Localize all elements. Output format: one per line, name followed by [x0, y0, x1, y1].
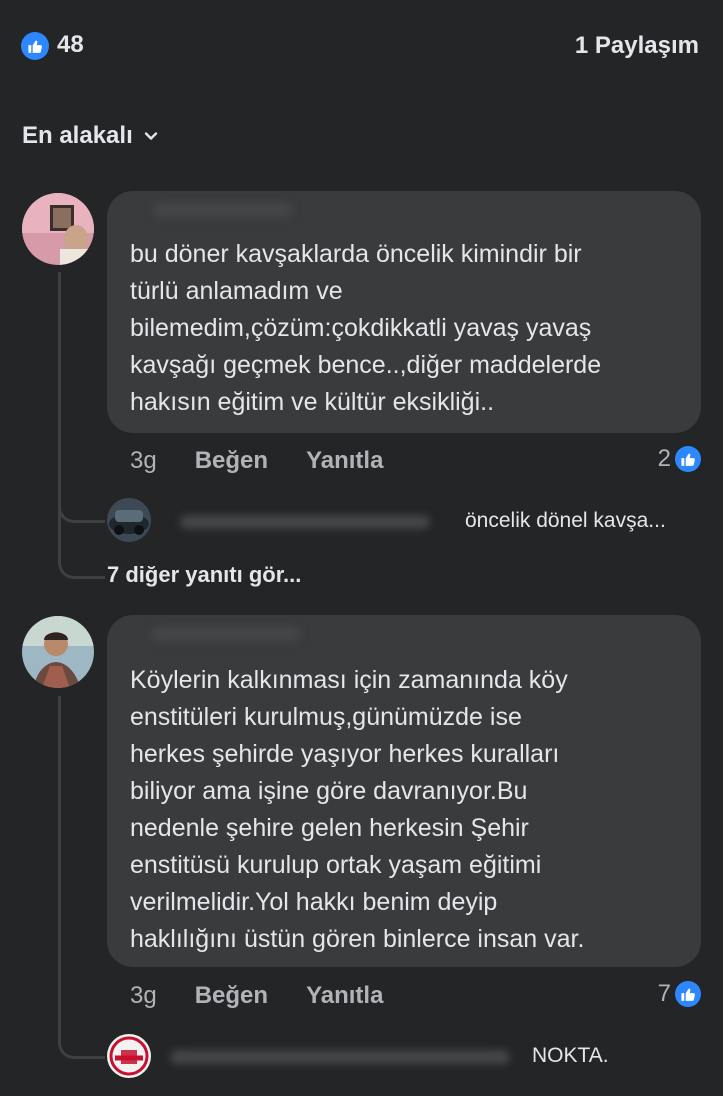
- comment-line: kavşağı geçmek bence..,diğer maddelerde: [130, 351, 602, 379]
- reply-avatar[interactable]: [107, 1034, 151, 1078]
- commenter-name[interactable]: [151, 627, 301, 641]
- comment-line: bu döner kavşaklarda öncelik kimindir bi…: [130, 240, 582, 268]
- share-count[interactable]: 1 Paylaşım: [575, 32, 699, 60]
- comment-reactions[interactable]: 7: [658, 980, 701, 1008]
- like-icon: [675, 446, 701, 472]
- commenter-name[interactable]: [153, 203, 293, 217]
- reply-author-name[interactable]: [170, 1050, 510, 1064]
- comment-line: bilemedim,çözüm:çokdikkatli yavaş yavaş: [130, 314, 592, 342]
- comment-line: enstitüsü kurulup ortak yaşam eğitimi: [130, 851, 542, 879]
- sort-dropdown[interactable]: En alakalı: [22, 122, 159, 150]
- reply-preview-text[interactable]: NOKTA.: [532, 1044, 609, 1068]
- reply-connector: [58, 520, 105, 579]
- reply-author-name[interactable]: [180, 515, 430, 529]
- reply-avatar[interactable]: [107, 498, 151, 542]
- thread-line: [58, 696, 61, 1046]
- comment-bubble[interactable]: bu döner kavşaklarda öncelik kimindir bi…: [107, 191, 701, 433]
- comment-line: enstitüleri kurulmuş,günümüzde ise: [130, 703, 522, 731]
- comment-line: nedenle şehire gelen herkesin Şehir: [130, 814, 529, 842]
- view-more-replies-link[interactable]: 7 diğer yanıtı gör...: [107, 562, 301, 588]
- comment-line: verilmelidir.Yol hakkı benim deyip: [130, 888, 498, 916]
- like-reaction-icon[interactable]: [21, 32, 49, 60]
- reply-connector: [58, 494, 105, 523]
- reaction-count[interactable]: 48: [57, 31, 84, 59]
- comment-line: türlü anlamadım ve: [130, 277, 343, 305]
- like-button[interactable]: Beğen: [195, 982, 268, 1010]
- like-icon: [675, 981, 701, 1007]
- sort-label: En alakalı: [22, 122, 133, 149]
- comment-timestamp[interactable]: 3g: [130, 982, 157, 1010]
- comment-line: haklılığını üstün gören binlerce insan v…: [130, 925, 585, 953]
- reply-button[interactable]: Yanıtla: [306, 447, 383, 475]
- reply-connector: [58, 1026, 105, 1059]
- comment-text: Köylerin kalkınması için zamanında köy e…: [130, 662, 690, 958]
- comment-line: biliyor ama işine göre davranıyor.Bu: [130, 777, 528, 805]
- avatar[interactable]: [22, 616, 94, 688]
- reaction-count: 2: [657, 445, 671, 472]
- comment-line: Köylerin kalkınması için zamanında köy: [130, 666, 568, 694]
- comment-actions: 3g Beğen Yanıtla: [130, 447, 383, 475]
- reaction-count: 7: [657, 980, 671, 1007]
- chevron-down-icon: [144, 132, 157, 140]
- comment-timestamp[interactable]: 3g: [130, 447, 157, 475]
- avatar[interactable]: [22, 193, 94, 265]
- comment-bubble[interactable]: Köylerin kalkınması için zamanında köy e…: [107, 615, 701, 967]
- like-button[interactable]: Beğen: [195, 447, 268, 475]
- reply-preview-text[interactable]: öncelik dönel kavşa...: [465, 509, 666, 533]
- thread-line: [58, 272, 61, 520]
- comment-line: herkes şehirde yaşıyor herkes kuralları: [130, 740, 560, 768]
- comment-line: hakısın eğitim ve kültür eksikliği..: [130, 388, 495, 416]
- comment-reactions[interactable]: 2: [658, 445, 701, 473]
- comment-actions: 3g Beğen Yanıtla: [130, 982, 383, 1010]
- comment-text: bu döner kavşaklarda öncelik kimindir bi…: [130, 236, 690, 421]
- reply-button[interactable]: Yanıtla: [306, 982, 383, 1010]
